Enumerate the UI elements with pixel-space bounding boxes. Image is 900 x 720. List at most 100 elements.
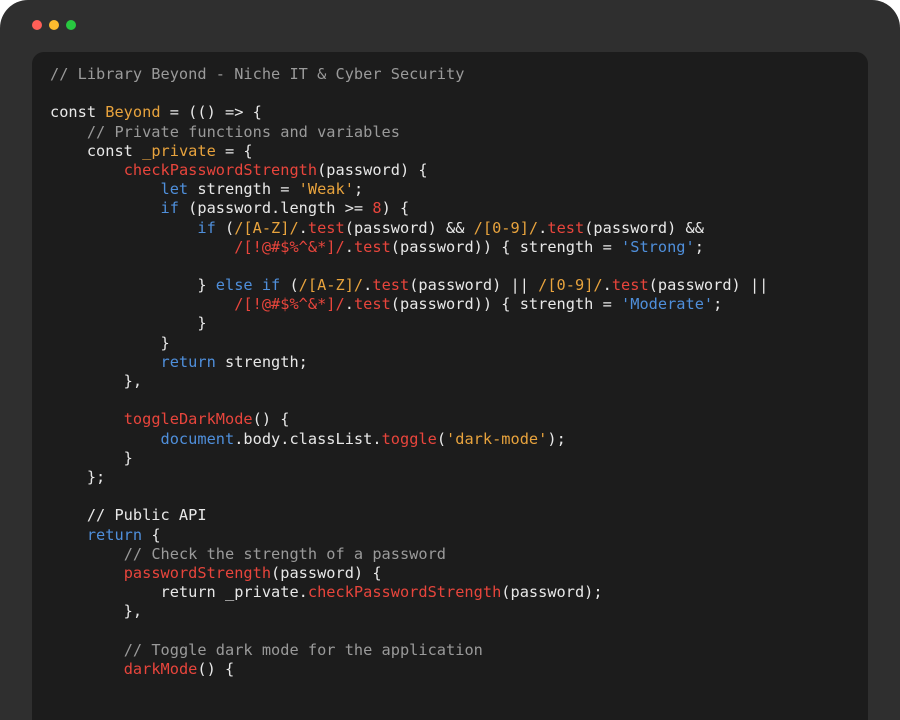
code-token: // Library Beyond - Niche IT & Cyber Sec… [50, 65, 465, 83]
code-line: const _private = { [50, 142, 768, 161]
code-token: /[0-9]/ [473, 218, 539, 237]
code-token: (password) { [271, 563, 382, 582]
code-line: let strength = 'Weak'; [50, 180, 768, 199]
code-token: (password) || [648, 276, 769, 295]
code-token: ( [280, 276, 299, 295]
code-token: (password) && [344, 218, 474, 237]
code-token: /[!@#$%^&*]/ [234, 237, 345, 256]
code-token: /[A-Z]/ [234, 218, 299, 237]
code-token: ( [436, 429, 447, 448]
code-token: else if [215, 276, 281, 295]
code-line: } [50, 334, 768, 353]
code-token: test [353, 295, 391, 314]
code-line: toggleDarkMode() { [50, 410, 768, 429]
code-token: if [197, 218, 216, 237]
code-line: const Beyond = (() => { [50, 103, 768, 122]
code-token: const [50, 103, 106, 122]
code-token: checkPasswordStrength [123, 160, 318, 179]
code-token: }, [50, 602, 143, 621]
maximize-button[interactable] [66, 20, 76, 30]
code-token: test [547, 218, 585, 237]
code-token: return [86, 525, 143, 544]
code-token: (password) { [317, 160, 428, 179]
code-token: /[A-Z]/ [298, 276, 364, 295]
code-token: . [363, 276, 373, 295]
code-token: ; [353, 180, 364, 199]
code-token: // Toggle dark mode for the application [123, 640, 483, 659]
code-token: . [538, 218, 548, 237]
close-button[interactable] [32, 20, 42, 30]
code-token: } [50, 333, 170, 352]
code-token: 'Moderate' [621, 295, 714, 314]
code-token: Beyond [105, 103, 161, 122]
code-token: }; [50, 467, 106, 486]
code-line: // Public API [50, 506, 768, 525]
code-token: (password) || [409, 276, 539, 295]
code-token: darkMode [123, 659, 198, 678]
code-token: return _private. [50, 583, 308, 602]
code-line: darkMode() { [50, 660, 768, 679]
code-block[interactable]: // Library Beyond - Niche IT & Cyber Sec… [50, 65, 768, 679]
code-token: . [344, 295, 354, 314]
code-token: ( [215, 218, 235, 237]
code-token: . [602, 276, 612, 295]
code-line: checkPasswordStrength(password) { [50, 161, 768, 180]
code-line: passwordStrength(password) { [50, 564, 768, 583]
code-line: /[!@#$%^&*]/.test(password)) { strength … [50, 238, 768, 257]
code-token: ) { [381, 199, 410, 218]
code-token: toggle [381, 429, 437, 448]
code-token: (password) && [584, 218, 704, 237]
minimize-button[interactable] [49, 20, 59, 30]
code-token: test [372, 276, 410, 295]
code-token: return [160, 352, 216, 371]
code-line: if (/[A-Z]/.test(password) && /[0-9]/.te… [50, 219, 768, 238]
code-token: 'dark-mode' [446, 429, 548, 448]
code-token: (password); [501, 583, 603, 602]
code-editor[interactable]: // Library Beyond - Niche IT & Cyber Sec… [32, 52, 868, 720]
code-token: let [160, 180, 189, 199]
code-line: }, [50, 372, 768, 391]
code-token: ; [713, 295, 723, 314]
code-token: toggleDarkMode [123, 410, 253, 429]
code-token: }, [50, 372, 143, 390]
code-token: test [353, 237, 391, 256]
code-token: } [50, 276, 216, 295]
code-line: /[!@#$%^&*]/.test(password)) { strength … [50, 295, 768, 314]
code-token: if [160, 199, 179, 218]
code-token: = { [215, 141, 253, 160]
code-token: .body.classList. [234, 429, 382, 448]
code-token: } [50, 448, 133, 467]
code-token: /[!@#$%^&*]/ [234, 295, 345, 314]
code-line: if (password.length >= 8) { [50, 199, 768, 218]
code-token: { [142, 525, 161, 544]
code-token: (password)) { strength = [390, 237, 622, 256]
code-token: . [298, 218, 308, 237]
code-token: } [50, 314, 207, 333]
code-token: = (() => { [160, 103, 262, 122]
code-token: 'Strong' [621, 237, 695, 256]
code-token: (password)) { strength = [390, 295, 622, 314]
code-token: () { [197, 659, 235, 678]
code-token: (password.length >= [178, 199, 373, 218]
code-line: // Library Beyond - Niche IT & Cyber Sec… [50, 65, 768, 84]
code-token: // Private functions and variables [86, 122, 400, 141]
code-line: document.body.classList.toggle('dark-mod… [50, 430, 768, 449]
code-line: return strength; [50, 353, 768, 372]
code-token: () { [252, 410, 290, 429]
code-token: strength; [215, 352, 308, 371]
